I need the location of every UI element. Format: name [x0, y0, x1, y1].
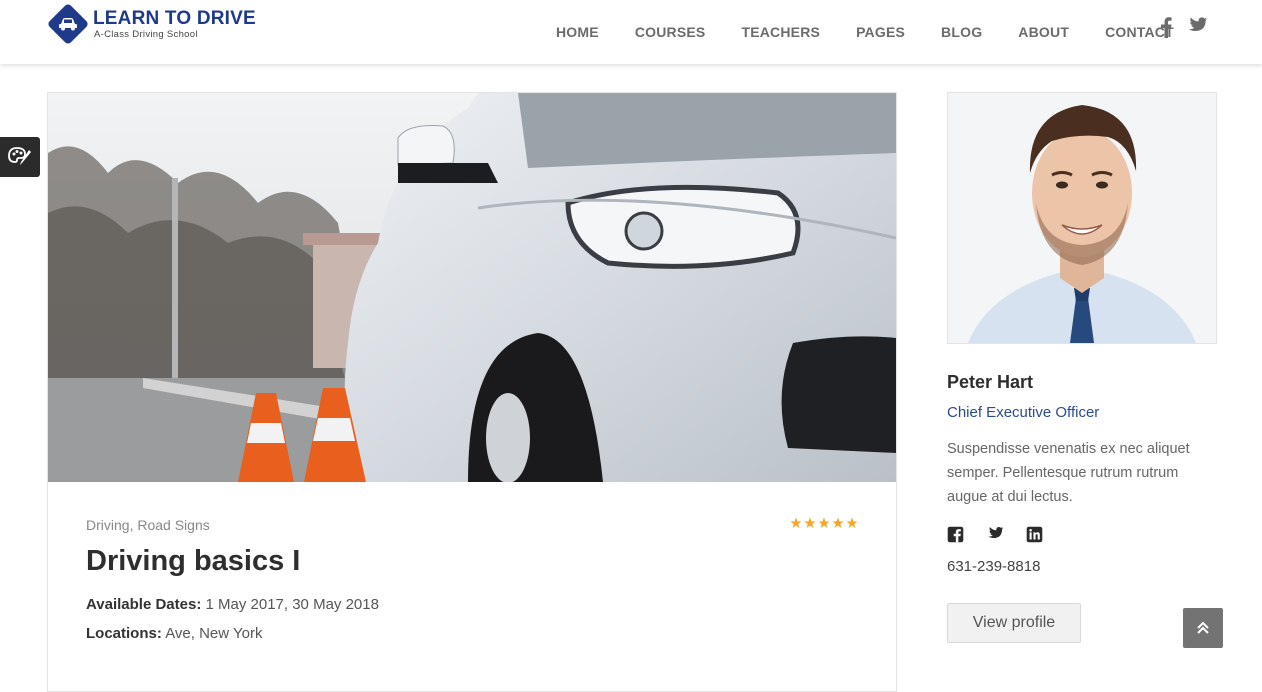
site-header: LEARN TO DRIVE A-Class Driving School HO… — [0, 0, 1262, 64]
view-profile-button[interactable]: View profile — [947, 603, 1081, 643]
teacher-phone: 631-239-8818 — [947, 558, 1041, 575]
teacher-social-links — [947, 526, 1043, 548]
nav-about[interactable]: ABOUT — [1018, 24, 1069, 40]
twitter-icon[interactable] — [986, 526, 1004, 548]
star-icon — [846, 517, 858, 528]
star-icon — [818, 517, 830, 528]
locations: Locations: Ave, New York — [86, 625, 858, 642]
double-chevron-up-icon — [1197, 621, 1209, 634]
available-dates-value: 1 May 2017, 30 May 2018 — [205, 596, 379, 613]
locations-value: Ave, New York — [165, 625, 263, 642]
twitter-icon[interactable] — [1186, 16, 1208, 43]
logo-subtitle: A-Class Driving School — [94, 29, 198, 40]
main-nav: HOME COURSES TEACHERS PAGES BLOG ABOUT C… — [556, 24, 1210, 40]
course-title[interactable]: Driving basics I — [86, 545, 858, 578]
course-info: Driving, Road Signs Driving basics I Ava… — [86, 517, 858, 642]
star-rating — [790, 517, 858, 529]
linkedin-icon[interactable] — [1026, 526, 1043, 548]
teacher-role: Chief Executive Officer — [947, 404, 1100, 421]
logo-title: LEARN TO DRIVE — [93, 8, 256, 29]
course-hero-image — [48, 93, 896, 482]
course-category[interactable]: Driving, Road Signs — [86, 517, 858, 533]
facebook-square-icon[interactable] — [947, 526, 964, 548]
star-icon — [790, 517, 802, 528]
facebook-icon[interactable] — [1160, 16, 1172, 43]
logo-badge — [46, 3, 90, 46]
scroll-to-top-button[interactable] — [1183, 608, 1223, 648]
nav-courses[interactable]: COURSES — [635, 24, 706, 40]
star-icon — [832, 517, 844, 528]
car-icon — [59, 18, 77, 31]
teacher-bio: Suspendisse venenatis ex nec aliquet sem… — [947, 441, 1190, 505]
available-dates: Available Dates: 1 May 2017, 30 May 2018 — [86, 596, 858, 613]
palette-icon — [8, 147, 31, 165]
nav-pages[interactable]: PAGES — [856, 24, 905, 40]
locations-label: Locations: — [86, 625, 162, 642]
car-photo — [48, 93, 896, 482]
site-logo[interactable]: LEARN TO DRIVE A-Class Driving School — [46, 3, 256, 46]
style-switcher-tab[interactable] — [0, 137, 40, 177]
teacher-name[interactable]: Peter Hart — [947, 372, 1033, 393]
avatar — [948, 93, 1216, 343]
teacher-photo — [947, 92, 1217, 344]
nav-blog[interactable]: BLOG — [941, 24, 982, 40]
nav-teachers[interactable]: TEACHERS — [741, 24, 820, 40]
nav-home[interactable]: HOME — [556, 24, 599, 40]
available-dates-label: Available Dates: — [86, 596, 202, 613]
course-card: Driving, Road Signs Driving basics I Ava… — [47, 92, 897, 692]
header-social — [1160, 16, 1208, 43]
star-icon — [804, 517, 816, 528]
